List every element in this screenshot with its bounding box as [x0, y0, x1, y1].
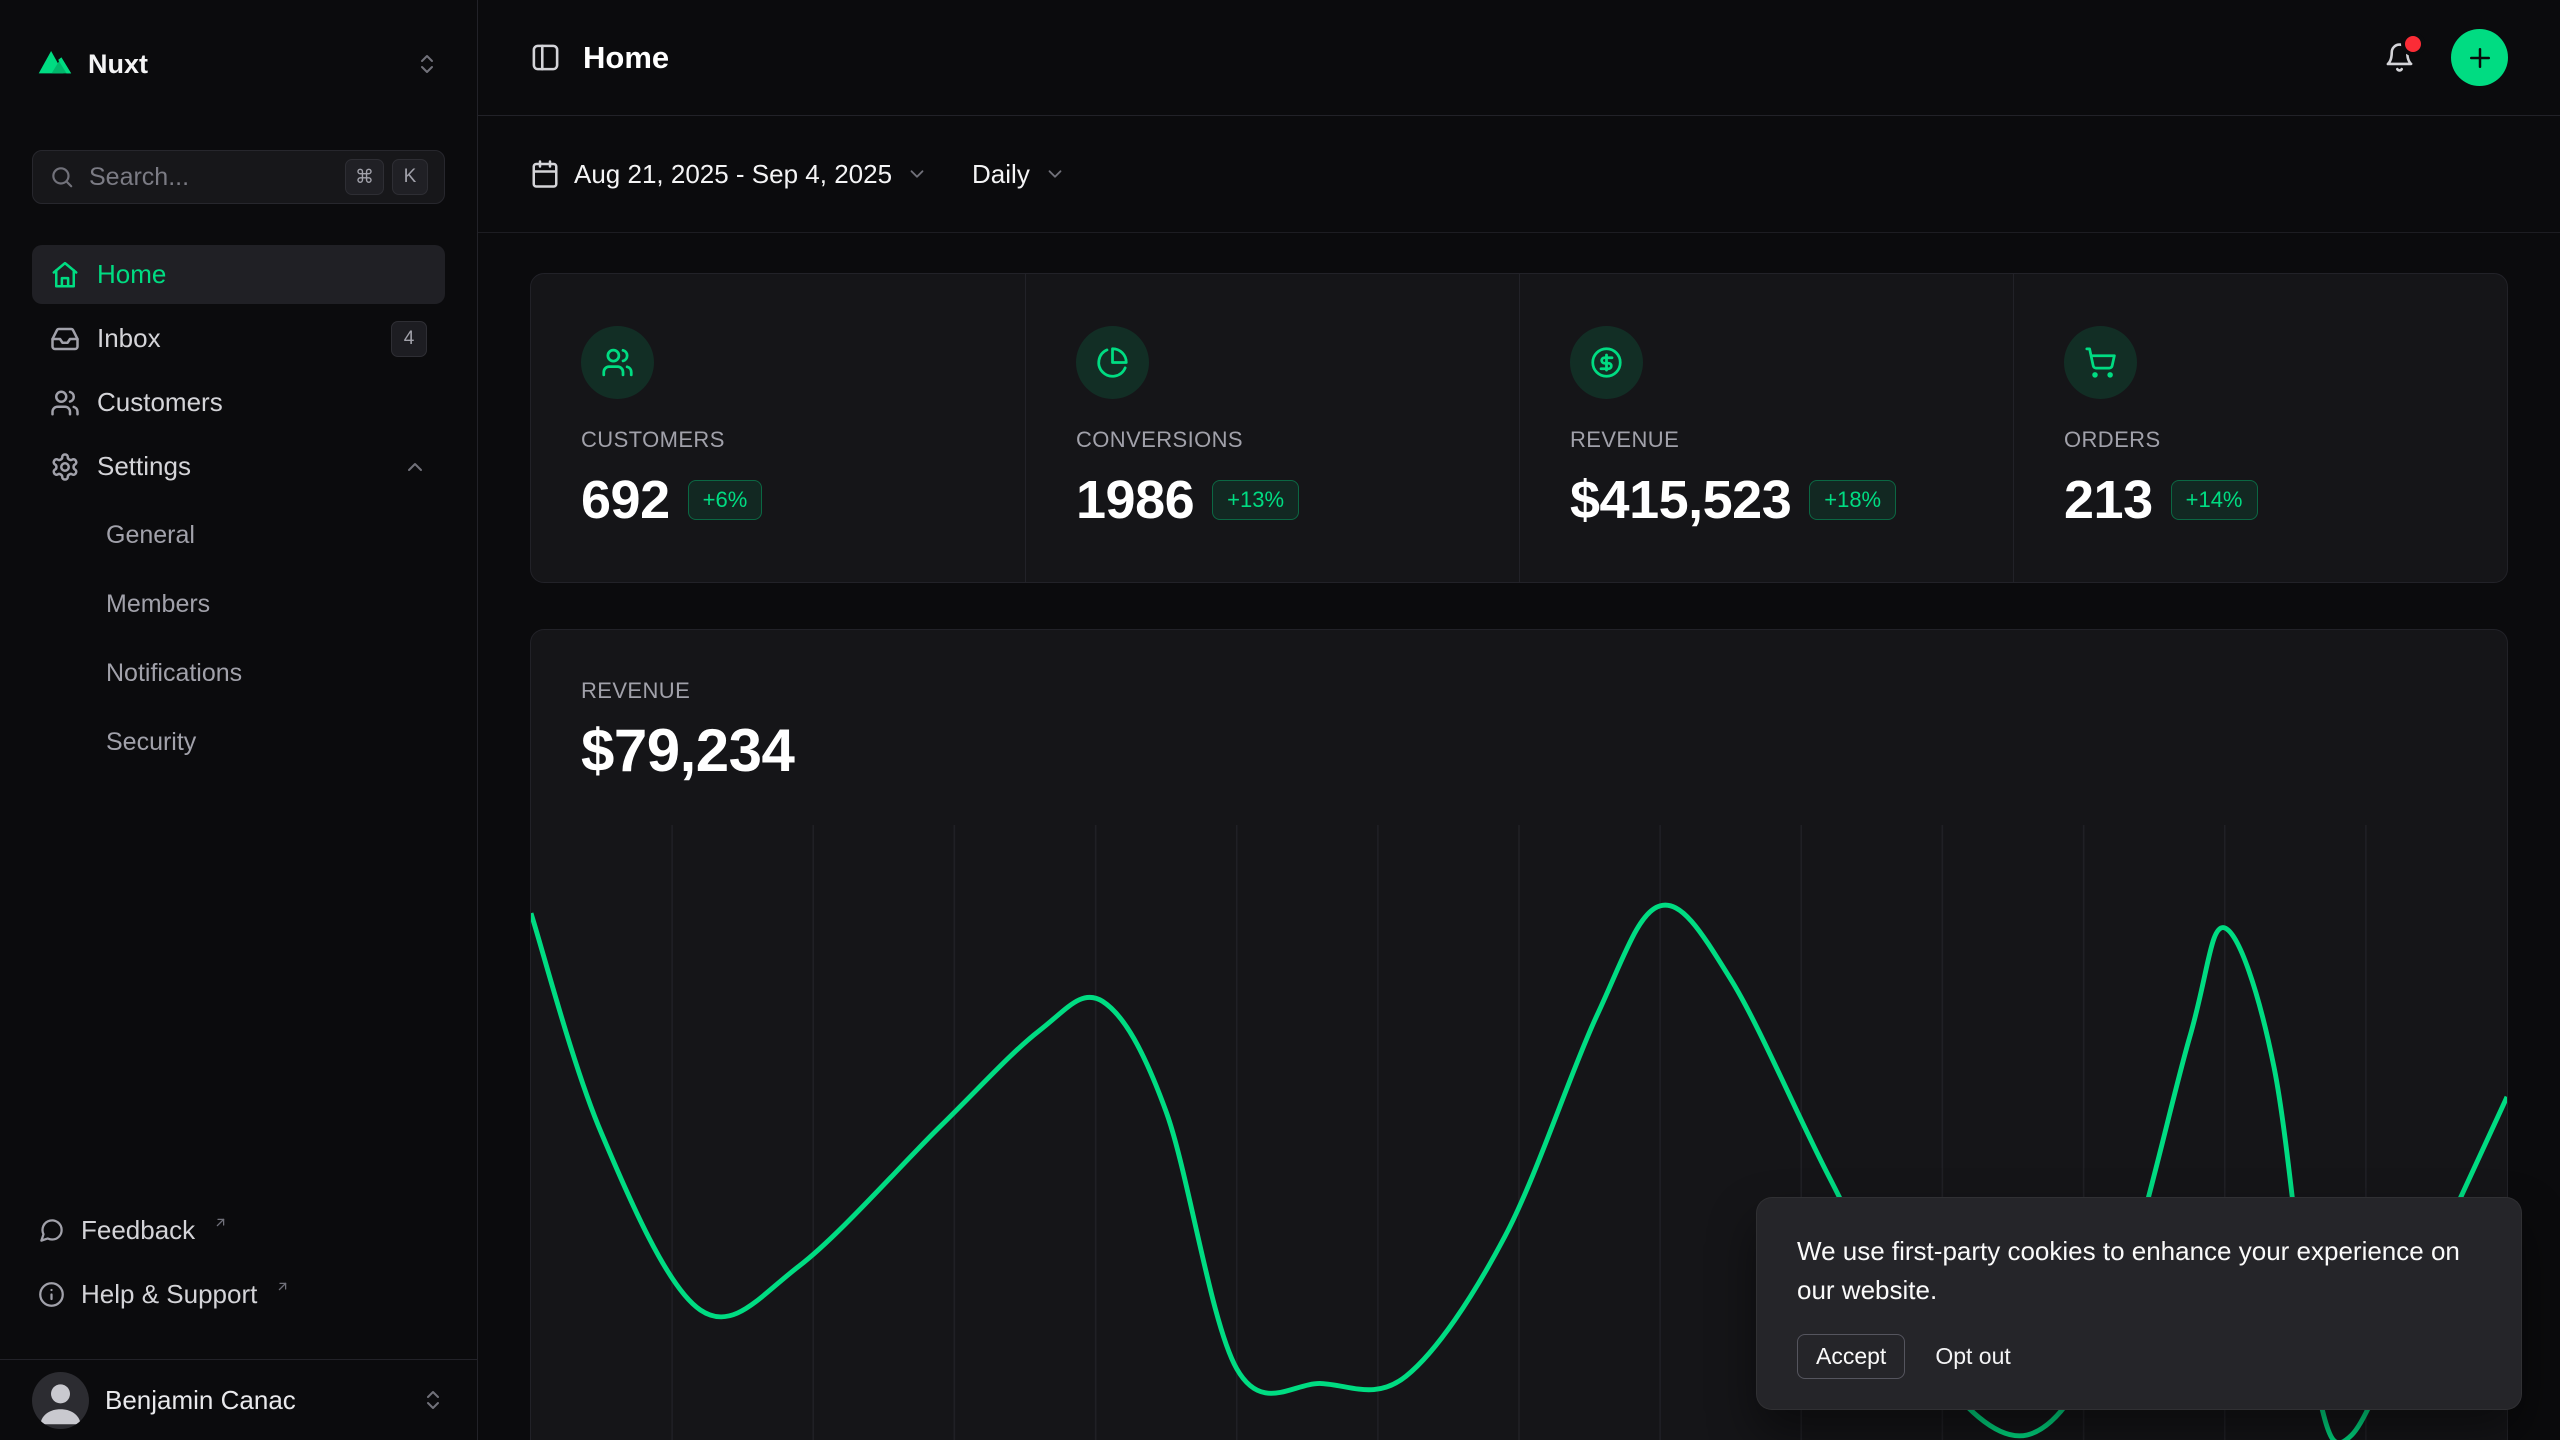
info-circle-icon	[38, 1281, 65, 1308]
sidebar-item-label: Inbox	[97, 323, 161, 354]
sidebar-item-settings[interactable]: Settings	[32, 437, 445, 496]
plus-icon	[2465, 43, 2495, 73]
sidebar-footer: Feedback Help & Support	[0, 1198, 477, 1359]
pie-chart-icon	[1076, 326, 1149, 399]
period-value: Daily	[972, 159, 1030, 190]
user-menu[interactable]: Benjamin Canac	[0, 1359, 477, 1440]
external-link-icon	[275, 1279, 290, 1294]
chevron-down-icon	[1044, 163, 1066, 185]
sidebar-item-home[interactable]: Home	[32, 245, 445, 304]
revenue-chart-header: REVENUE $79,234	[531, 630, 2507, 785]
chevrons-up-down-icon	[421, 1388, 445, 1412]
page-header-left: Home	[530, 40, 669, 76]
stat-revenue: REVENUE $415,523 +18%	[1519, 274, 2013, 582]
sidebar-item-notifications[interactable]: Notifications	[32, 643, 445, 703]
notification-dot	[2405, 36, 2421, 52]
sidebar-top: Nuxt ⌘ K Ho	[0, 0, 477, 772]
date-range-picker[interactable]: Aug 21, 2025 - Sep 4, 2025	[530, 159, 928, 190]
page-header-right	[2378, 29, 2508, 86]
kbd-command: ⌘	[345, 159, 384, 195]
revenue-chart-label: REVENUE	[581, 678, 2457, 704]
stat-conversions: CONVERSIONS 1986 +13%	[1025, 274, 1519, 582]
stat-value: 1986	[1076, 469, 1194, 531]
sidebar-item-members[interactable]: Members	[32, 574, 445, 634]
dollar-circle-icon	[1570, 326, 1643, 399]
avatar	[32, 1372, 89, 1429]
stat-label: ORDERS	[2064, 427, 2457, 453]
cookie-message: We use first-party cookies to enhance yo…	[1797, 1232, 2481, 1310]
user-name: Benjamin Canac	[105, 1385, 296, 1416]
revenue-chart-value: $79,234	[581, 716, 2457, 785]
date-range-value: Aug 21, 2025 - Sep 4, 2025	[574, 159, 892, 190]
cookie-actions: Accept Opt out	[1797, 1334, 2481, 1379]
stats-row: CUSTOMERS 692 +6% CONVERSIONS 1986 +13%	[530, 273, 2508, 583]
notifications-button[interactable]	[2378, 36, 2421, 79]
chevrons-up-down-icon	[415, 52, 439, 76]
help-support-label: Help & Support	[81, 1279, 257, 1310]
stat-label: REVENUE	[1570, 427, 1963, 453]
users-group-icon	[581, 326, 654, 399]
stat-orders: ORDERS 213 +14%	[2013, 274, 2507, 582]
chevron-down-icon	[906, 163, 928, 185]
accept-button[interactable]: Accept	[1797, 1334, 1905, 1379]
stat-delta-badge: +6%	[688, 480, 763, 520]
calendar-icon	[530, 159, 560, 189]
period-select[interactable]: Daily	[972, 159, 1066, 190]
search-icon	[49, 164, 75, 190]
filters-toolbar: Aug 21, 2025 - Sep 4, 2025 Daily	[478, 116, 2560, 233]
stat-label: CONVERSIONS	[1076, 427, 1469, 453]
stat-value: 213	[2064, 469, 2153, 531]
sidebar-item-label: Home	[97, 259, 166, 290]
users-icon	[50, 388, 80, 418]
workspace-name: Nuxt	[88, 49, 148, 80]
search-shortcut: ⌘ K	[345, 159, 428, 195]
stat-delta-badge: +13%	[1212, 480, 1299, 520]
page-header: Home	[478, 0, 2560, 116]
message-bubble-icon	[38, 1217, 65, 1244]
home-icon	[50, 260, 80, 290]
stat-label: CUSTOMERS	[581, 427, 975, 453]
sidebar-item-general[interactable]: General	[32, 505, 445, 565]
shopping-cart-icon	[2064, 326, 2137, 399]
stat-value: 692	[581, 469, 670, 531]
sidebar-item-customers[interactable]: Customers	[32, 373, 445, 432]
stat-delta-badge: +14%	[2171, 480, 2258, 520]
stat-value: $415,523	[1570, 469, 1791, 531]
external-link-icon	[213, 1215, 228, 1230]
opt-out-button[interactable]: Opt out	[1931, 1334, 2014, 1379]
cookie-banner: We use first-party cookies to enhance yo…	[1756, 1197, 2522, 1410]
sidebar: Nuxt ⌘ K Ho	[0, 0, 478, 1440]
workspace-switcher[interactable]: Nuxt	[32, 24, 445, 104]
feedback-label: Feedback	[81, 1215, 195, 1246]
panel-left-icon[interactable]	[530, 42, 561, 73]
chevron-up-icon	[403, 455, 427, 479]
page-title: Home	[583, 40, 669, 76]
stat-customers: CUSTOMERS 692 +6%	[531, 274, 1025, 582]
kbd-k: K	[392, 159, 428, 195]
stat-delta-badge: +18%	[1809, 480, 1896, 520]
search-box[interactable]: ⌘ K	[32, 150, 445, 204]
sidebar-item-inbox[interactable]: Inbox 4	[32, 309, 445, 368]
sidebar-item-security[interactable]: Security	[32, 712, 445, 772]
add-button[interactable]	[2451, 29, 2508, 86]
inbox-count-badge: 4	[391, 321, 427, 357]
feedback-link[interactable]: Feedback	[32, 1198, 445, 1262]
nuxt-logo-icon	[38, 49, 72, 80]
inbox-icon	[50, 324, 80, 354]
search-input[interactable]	[89, 163, 331, 192]
sidebar-item-label: Settings	[97, 451, 191, 482]
gear-icon	[50, 452, 80, 482]
help-support-link[interactable]: Help & Support	[32, 1262, 445, 1326]
sidebar-item-label: Customers	[97, 387, 223, 418]
sidebar-nav: Home Inbox 4 Customers	[32, 245, 445, 772]
